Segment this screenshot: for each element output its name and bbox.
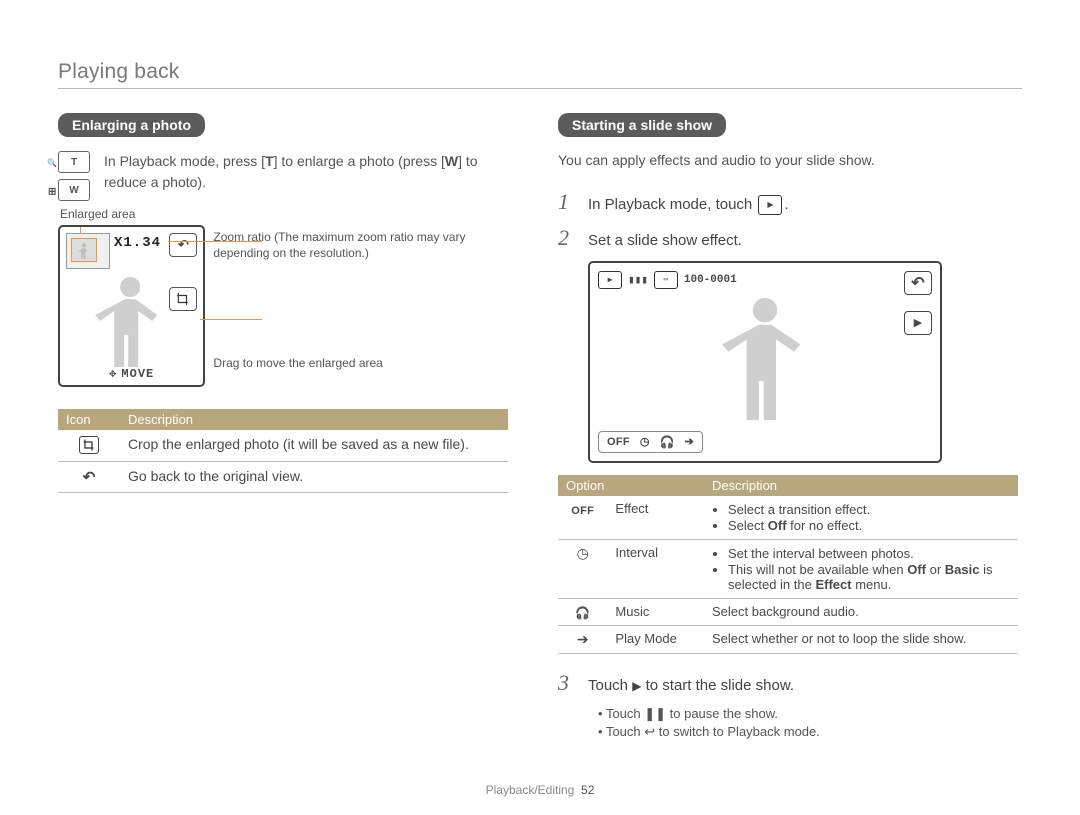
step3-sub-bullets: Touch ❚❚ to pause the show. Touch ↩ to s… [598, 706, 1018, 740]
enlarging-intro-text: In Playback mode, press [T] to enlarge a… [104, 151, 508, 201]
th-description: Description [704, 475, 1018, 496]
icon-description-table: Icon Description Crop the enlarged photo… [58, 409, 508, 493]
lcd-minimap-frame [71, 238, 97, 262]
step-1: 1 In Playback mode, touch . [558, 189, 1018, 215]
back-icon: ↶ [83, 469, 96, 486]
headphones-icon: 🎧 [575, 606, 590, 620]
option-name: Interval [607, 539, 704, 598]
drag-note: Drag to move the enlarged area [213, 355, 508, 371]
th-description: Description [120, 409, 508, 430]
option-desc: Set the interval between photos. This wi… [704, 539, 1018, 598]
slideshow-icon [758, 195, 782, 215]
table-row: ◷ Interval Set the interval between phot… [558, 539, 1018, 598]
lcd-photo-content [85, 271, 175, 371]
diagram-labels: Zoom ratio (The maximum zoom ratio may v… [213, 225, 508, 387]
column-left: Enlarging a photo T W In Playback mode, … [58, 113, 508, 742]
page-title: Playing back [58, 60, 1022, 84]
row-desc: Crop the enlarged photo (it will be save… [120, 430, 508, 462]
effect-off-icon[interactable]: OFF [607, 436, 630, 448]
interval-icon[interactable]: ◷ [640, 435, 650, 448]
lcd2-photo-content [710, 293, 820, 433]
arrow-right-icon: ➔ [577, 631, 589, 647]
step-number: 2 [558, 225, 576, 251]
step-text: Touch ▶ to start the slide show. [588, 677, 794, 694]
playmode-icon[interactable]: ➔ [684, 435, 693, 448]
lcd2-play-button[interactable]: ▶ [904, 311, 932, 335]
option-name: Music [607, 598, 704, 625]
sub-bullet-pause: Touch ❚❚ to pause the show. [598, 706, 1018, 722]
step-text: Set a slide show effect. [588, 232, 742, 249]
lcd-move-indicator: ✥ MOVE [109, 366, 154, 381]
table-row: OFF Effect Select a transition effect. S… [558, 496, 1018, 540]
enlarged-area-label: Enlarged area [60, 207, 508, 221]
zoom-key-icons: T W [58, 151, 94, 201]
playback-mode-icon: ▶ [598, 271, 622, 289]
enlarging-intro: T W In Playback mode, press [T] to enlar… [58, 151, 508, 201]
effect-off-icon: OFF [571, 505, 594, 517]
music-icon[interactable]: 🎧 [660, 435, 675, 449]
leader-line [200, 319, 262, 320]
lcd2-topbar: ▶ ▮▮▮ ▭ 100-0001 [598, 271, 737, 289]
table-row: 🎧 Music Select background audio. [558, 598, 1018, 625]
option-name: Effect [607, 496, 704, 540]
lcd2-bottombar: OFF ◷ 🎧 ➔ [598, 431, 703, 453]
title-rule [58, 88, 1022, 89]
row-desc: Go back to the original view. [120, 462, 508, 493]
zoom-ratio-note: Zoom ratio (The maximum zoom ratio may v… [213, 229, 508, 261]
option-desc: Select a transition effect. Select Off f… [704, 496, 1018, 540]
clock-icon: ◷ [577, 545, 589, 561]
option-desc: Select whether or not to loop the slide … [704, 625, 1018, 653]
crop-icon [79, 436, 99, 454]
lcd-slideshow: ▶ ▮▮▮ ▭ 100-0001 ↶ ▶ OFF ◷ 🎧 ➔ [588, 261, 942, 463]
move-arrows-icon: ✥ [109, 366, 117, 381]
step-2: 2 Set a slide show effect. [558, 225, 1018, 251]
lcd-back-button[interactable]: ↶ [169, 233, 197, 257]
leader-line [168, 241, 262, 242]
lcd-zoom-ratio: X1.34 [114, 235, 161, 251]
section-pill-enlarging: Enlarging a photo [58, 113, 205, 137]
table-row: ➔ Play Mode Select whether or not to loo… [558, 625, 1018, 653]
card-icon: ▭ [654, 271, 678, 289]
t-key-icon: T [58, 151, 90, 173]
lcd2-back-button[interactable]: ↶ [904, 271, 932, 295]
step-3: 3 Touch ▶ to start the slide show. [558, 670, 1018, 696]
footer-section: Playback/Editing [486, 783, 575, 797]
options-table: Option Description OFF Effect Select a t… [558, 475, 1018, 654]
battery-icon: ▮▮▮ [628, 273, 648, 287]
th-option: Option [558, 475, 704, 496]
th-icon: Icon [58, 409, 120, 430]
leader-line [80, 227, 81, 233]
column-right: Starting a slide show You can apply effe… [558, 113, 1018, 742]
step-number: 1 [558, 189, 576, 215]
file-number: 100-0001 [684, 274, 737, 286]
slideshow-intro: You can apply effects and audio to your … [558, 151, 1018, 171]
section-pill-slideshow: Starting a slide show [558, 113, 726, 137]
step-number: 3 [558, 670, 576, 696]
lcd-minimap [66, 233, 110, 269]
lcd-enlarged: X1.34 ↶ ✥ MOVE [58, 225, 205, 387]
table-row: ↶ Go back to the original view. [58, 462, 508, 493]
page-footer: Playback/Editing 52 [0, 783, 1080, 797]
option-desc: Select background audio. [704, 598, 1018, 625]
sub-bullet-back: Touch ↩ to switch to Playback mode. [598, 724, 1018, 740]
footer-page-number: 52 [581, 783, 594, 797]
step-text: In Playback mode, touch . [588, 195, 789, 215]
option-name: Play Mode [607, 625, 704, 653]
enlarged-diagram: X1.34 ↶ ✥ MOVE [58, 225, 508, 387]
table-row: Crop the enlarged photo (it will be save… [58, 430, 508, 462]
w-key-icon: W [58, 179, 90, 201]
